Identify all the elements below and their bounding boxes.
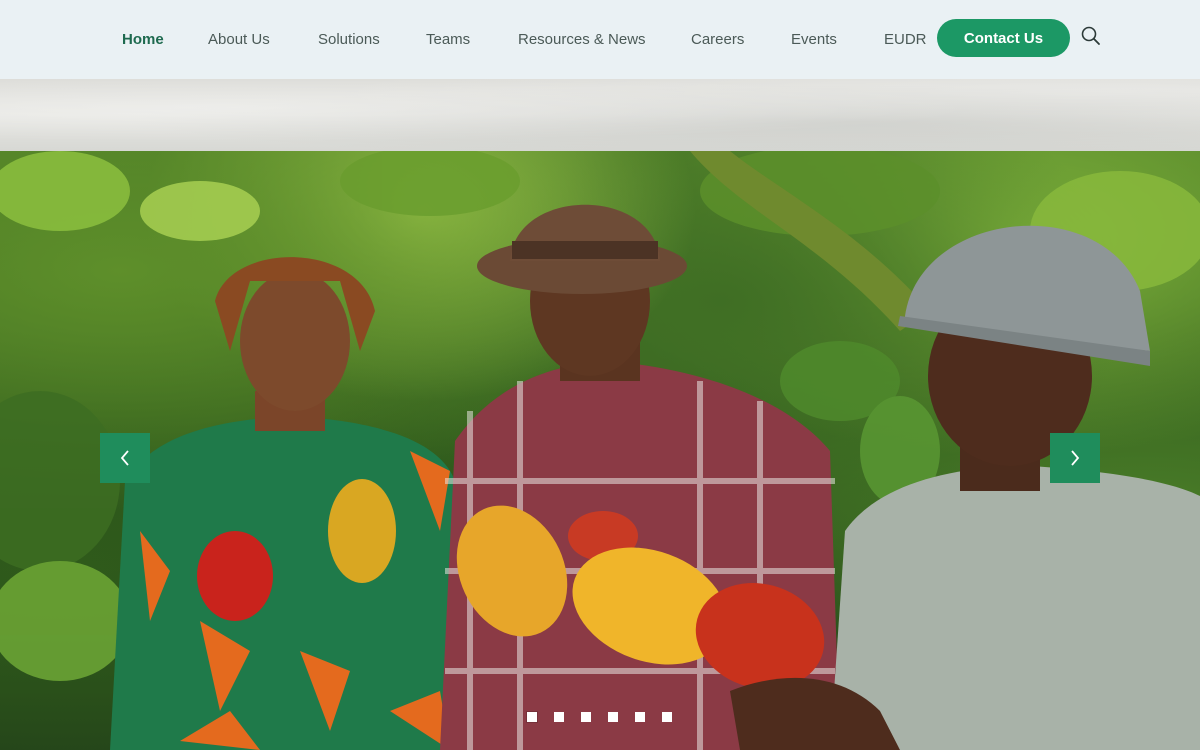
slider-pagination xyxy=(527,712,672,722)
slider-prev-button[interactable] xyxy=(100,433,150,483)
nav-item-events[interactable]: Events xyxy=(791,31,837,49)
nav-item-resources-news[interactable]: Resources & News xyxy=(518,31,646,49)
slider-dot-2[interactable] xyxy=(554,712,564,722)
search-icon[interactable] xyxy=(1080,25,1102,47)
nav-item-solutions[interactable]: Solutions xyxy=(318,31,380,49)
hero-slider xyxy=(0,151,1200,750)
nav-item-about-us[interactable]: About Us xyxy=(208,31,270,49)
slider-dot-6[interactable] xyxy=(662,712,672,722)
slider-dot-1[interactable] xyxy=(527,712,537,722)
slider-next-button[interactable] xyxy=(1050,433,1100,483)
texture-banner xyxy=(0,79,1200,151)
nav-item-teams[interactable]: Teams xyxy=(426,31,470,49)
nav-item-careers[interactable]: Careers xyxy=(691,31,744,49)
main-navbar: Home About Us Solutions Teams Resources … xyxy=(0,0,1200,79)
slider-dot-5[interactable] xyxy=(635,712,645,722)
hero-image-farmers-with-cocoa xyxy=(0,151,1200,750)
nav-item-home[interactable]: Home xyxy=(122,31,164,49)
nav-item-eudr[interactable]: EUDR xyxy=(884,31,927,49)
farmer-woman-left xyxy=(110,257,470,750)
chevron-left-icon xyxy=(120,450,129,466)
chevron-right-icon xyxy=(1071,450,1080,466)
slider-dot-4[interactable] xyxy=(608,712,618,722)
contact-us-button[interactable]: Contact Us xyxy=(937,19,1070,57)
slider-dot-3[interactable] xyxy=(581,712,591,722)
